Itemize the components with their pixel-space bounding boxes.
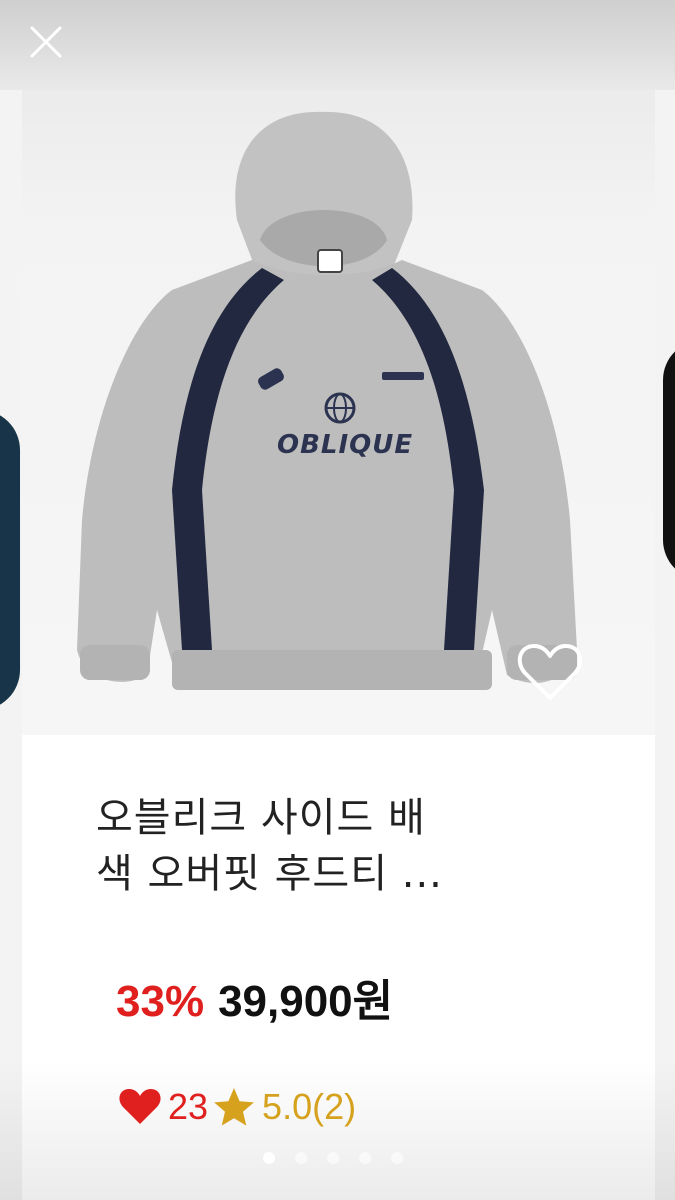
next-product-peek[interactable] (653, 80, 675, 1200)
wishlist-button[interactable] (514, 638, 586, 706)
page-indicator (263, 1152, 403, 1164)
hoodie-print-text: OBLIQUE (277, 430, 414, 460)
price-row: 33% 39,900원 (116, 965, 393, 1029)
like-count: 23 (168, 1086, 209, 1127)
product-image: OBLIQUE (22, 0, 655, 735)
next-product-image (663, 340, 675, 580)
page-dot[interactable] (359, 1152, 371, 1164)
star-icon (214, 1088, 254, 1126)
rating-value: 5.0(2) (262, 1086, 357, 1127)
heart-outline-icon (517, 644, 583, 700)
sale-price: 39,900원 (218, 977, 394, 1026)
hoodie-illustration (77, 111, 577, 690)
product-stats: 23 5.0(2) (118, 1086, 356, 1128)
heart-icon (119, 1089, 161, 1124)
product-title-line: 색 오버핏 후드티 ... (96, 851, 443, 897)
page-dot[interactable] (295, 1152, 307, 1164)
top-bar (0, 0, 675, 90)
close-button[interactable] (26, 22, 66, 62)
product-title[interactable]: 오블리크 사이드 배 색 오버핏 후드티 ... (96, 790, 556, 902)
discount-rate: 33% (116, 977, 205, 1026)
page-dot-active[interactable] (263, 1152, 275, 1164)
previous-product-image (0, 410, 20, 710)
product-viewer: OBLIQUE 오블리크 사이드 배 색 오버핏 후드티 ... 33% 39,9… (0, 0, 675, 1200)
close-icon (30, 26, 62, 58)
previous-product-peek[interactable] (0, 80, 22, 1200)
page-dot[interactable] (327, 1152, 339, 1164)
product-title-line: 오블리크 사이드 배 (96, 795, 426, 841)
page-dot[interactable] (391, 1152, 403, 1164)
